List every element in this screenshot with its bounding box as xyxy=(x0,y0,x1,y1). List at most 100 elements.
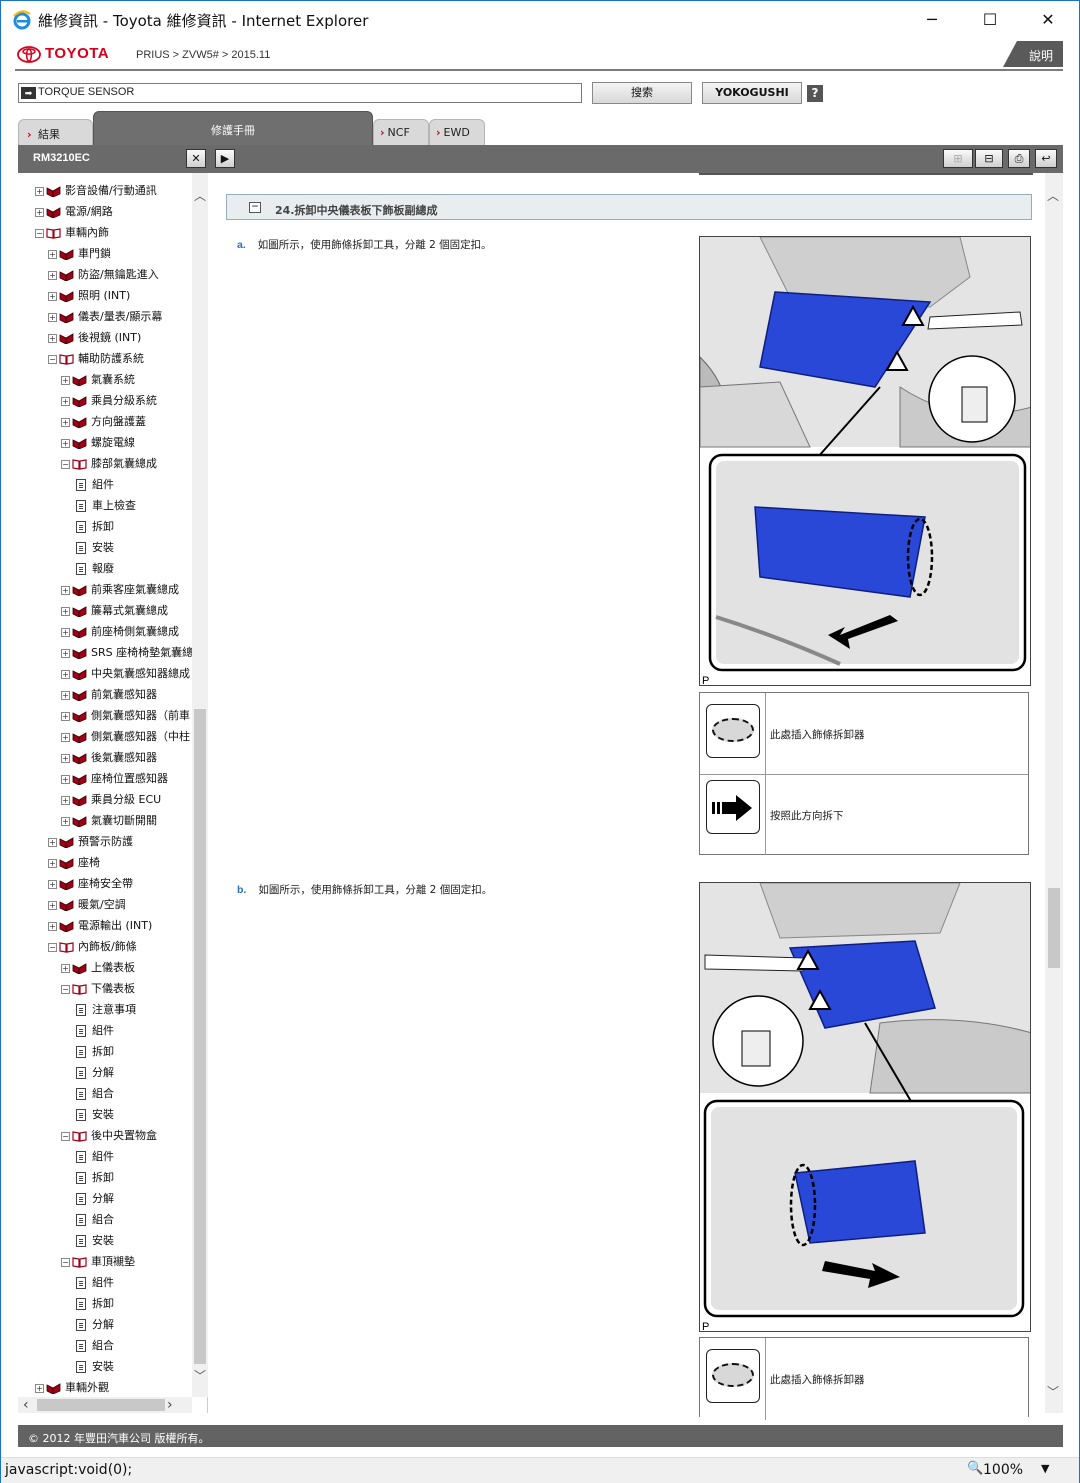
minimize-button[interactable]: ─ xyxy=(909,7,955,33)
expand-icon[interactable]: + xyxy=(61,417,70,427)
tree-item[interactable]: + 預警示防護 xyxy=(48,831,133,852)
tree-item[interactable]: + 側氣囊感知器（前車 xyxy=(61,705,190,726)
tree-item[interactable]: + 側氣囊感知器（中柱 xyxy=(61,726,190,747)
expand-icon[interactable]: + xyxy=(61,795,70,805)
tree-item[interactable]: 拆卸 xyxy=(74,1293,114,1314)
tree-item[interactable]: 組件 xyxy=(74,1272,114,1293)
scroll-right-icon[interactable]: › xyxy=(167,1397,173,1413)
expand-icon[interactable]: + xyxy=(48,921,57,931)
expand-icon[interactable]: + xyxy=(61,606,70,616)
expand-icon[interactable]: + xyxy=(61,690,70,700)
tree-item[interactable]: + 上儀表板 xyxy=(61,957,135,978)
tree-item[interactable]: + SRS 座椅椅墊氣囊總 xyxy=(61,642,193,663)
expand-icon[interactable]: + xyxy=(48,837,57,847)
expand-icon[interactable]: + xyxy=(48,858,57,868)
expand-icon[interactable]: + xyxy=(48,900,57,910)
tree-item[interactable]: + 中央氣囊感知器總成 xyxy=(61,663,190,684)
tree-item[interactable]: + 前乘客座氣囊總成 xyxy=(61,579,179,600)
expand-icon[interactable]: + xyxy=(35,207,44,217)
expand-icon[interactable]: + xyxy=(61,669,70,679)
sidebar-scroll-thumb[interactable] xyxy=(194,709,206,1364)
tree-item[interactable]: − 輔助防護系統 xyxy=(48,348,144,369)
tree-item[interactable]: + 儀表/量表/顯示幕 xyxy=(48,306,162,327)
expand-icon[interactable]: + xyxy=(61,396,70,406)
tree-item[interactable]: 分解 xyxy=(74,1188,114,1209)
tree-item[interactable]: 拆卸 xyxy=(74,1167,114,1188)
expand-icon[interactable]: + xyxy=(61,648,70,658)
tree-item[interactable]: + 乘員分級系統 xyxy=(61,390,157,411)
expand-icon[interactable]: + xyxy=(61,627,70,637)
tree-item[interactable]: 組合 xyxy=(74,1335,114,1356)
tree-item[interactable]: + 車輛外觀 xyxy=(35,1377,109,1398)
breadcrumb[interactable]: PRIUS > ZVW5# > 2015.11 xyxy=(136,49,270,61)
zoom-level[interactable]: 100% xyxy=(983,1462,1023,1478)
tree-item[interactable]: + 暖氣/空調 xyxy=(48,894,126,915)
tab-results[interactable]: › 結果 xyxy=(18,119,93,145)
tree-item[interactable]: 分解 xyxy=(74,1062,114,1083)
expand-icon[interactable]: + xyxy=(61,375,70,385)
tab-repair-manual[interactable]: 修護手冊 xyxy=(93,111,373,145)
expand-icon[interactable]: + xyxy=(61,438,70,448)
tree-item[interactable]: + 防盜/無鑰匙進入 xyxy=(48,264,159,285)
expand-icon[interactable]: + xyxy=(48,270,57,280)
collapse-icon[interactable]: − xyxy=(61,1257,70,1267)
tree-item[interactable]: 車上檢查 xyxy=(74,495,136,516)
tree-item[interactable]: 組件 xyxy=(74,1020,114,1041)
tree-item[interactable]: 組合 xyxy=(74,1083,114,1104)
tree-item[interactable]: + 電源輸出 (INT) xyxy=(48,915,152,936)
search-button[interactable]: 搜索 xyxy=(592,82,692,104)
tree-item[interactable]: + 氣囊切斷開關 xyxy=(61,810,157,831)
print-icon[interactable]: ⎙ xyxy=(1008,149,1030,168)
expand-icon[interactable]: + xyxy=(48,879,57,889)
back-icon[interactable]: ↩ xyxy=(1035,149,1057,168)
tree-item[interactable]: 安裝 xyxy=(74,1356,114,1377)
expand-icon[interactable]: + xyxy=(61,585,70,595)
help-button[interactable]: 說明 xyxy=(1003,41,1063,67)
scroll-down-icon[interactable]: ﹀ xyxy=(194,1367,206,1384)
tree-item[interactable]: 安裝 xyxy=(74,1230,114,1251)
expand-icon[interactable]: + xyxy=(61,816,70,826)
search-input[interactable]: ➡ TORQUE SENSOR xyxy=(18,83,582,103)
tree-item[interactable]: − 車頂襯墊 xyxy=(61,1251,135,1272)
question-help-icon[interactable]: ? xyxy=(807,85,823,102)
tab-ncf[interactable]: › NCF xyxy=(373,119,429,145)
tree-item[interactable]: 組合 xyxy=(74,1209,114,1230)
tree-item[interactable]: − 膝部氣囊總成 xyxy=(61,453,157,474)
content-scrollbar[interactable] xyxy=(1045,173,1063,1413)
tree-item[interactable]: 安裝 xyxy=(74,537,114,558)
expand-icon[interactable]: + xyxy=(48,333,57,343)
tree-item[interactable]: 報廢 xyxy=(74,558,114,579)
close-window-button[interactable]: ✕ xyxy=(1025,7,1071,33)
next-button[interactable]: ▶ xyxy=(215,149,235,168)
scroll-down-icon[interactable]: ﹀ xyxy=(1047,1383,1059,1400)
zoom-icon[interactable]: 🔍 xyxy=(967,1461,983,1476)
tree-item[interactable]: + 座椅位置感知器 xyxy=(61,768,168,789)
zoom-dropdown-icon[interactable]: ▼ xyxy=(1041,1462,1049,1475)
tree-item[interactable]: + 影音設備/行動通訊 xyxy=(35,180,157,201)
content-scroll-thumb[interactable] xyxy=(1048,888,1060,968)
tree-item[interactable]: 拆卸 xyxy=(74,1041,114,1062)
collapse-icon[interactable]: − xyxy=(61,1131,70,1141)
tree-item[interactable]: + 氣囊系統 xyxy=(61,369,135,390)
expand-icon[interactable]: + xyxy=(35,1383,44,1393)
maximize-button[interactable]: ☐ xyxy=(967,7,1013,33)
collapse-icon[interactable]: − xyxy=(61,459,70,469)
tree-item[interactable]: 分解 xyxy=(74,1314,114,1335)
tree-item[interactable]: + 螺旋電線 xyxy=(61,432,135,453)
tree-item[interactable]: + 乘員分級 ECU xyxy=(61,789,161,810)
tree-item[interactable]: + 車門鎖 xyxy=(48,243,111,264)
expand-icon[interactable]: + xyxy=(48,291,57,301)
collapse-section-icon[interactable]: − xyxy=(249,202,261,213)
scroll-up-icon[interactable]: ︿ xyxy=(194,187,206,204)
tree-item[interactable]: − 內飾板/飾條 xyxy=(48,936,137,957)
expand-icon[interactable]: + xyxy=(61,753,70,763)
tree-item[interactable]: + 照明 (INT) xyxy=(48,285,130,306)
close-panel-button[interactable]: ✕ xyxy=(186,149,206,168)
sidebar-hscroll-thumb[interactable] xyxy=(37,1399,165,1411)
yokogushi-button[interactable]: YOKOGUSHI xyxy=(702,82,802,104)
expand-icon[interactable]: + xyxy=(35,186,44,196)
tree-item[interactable]: 安裝 xyxy=(74,1104,114,1125)
tree-item[interactable]: + 前氣囊感知器 xyxy=(61,684,157,705)
scroll-left-icon[interactable]: ‹ xyxy=(23,1397,29,1413)
collapse-all-icon[interactable]: ⊟ xyxy=(975,149,1003,168)
